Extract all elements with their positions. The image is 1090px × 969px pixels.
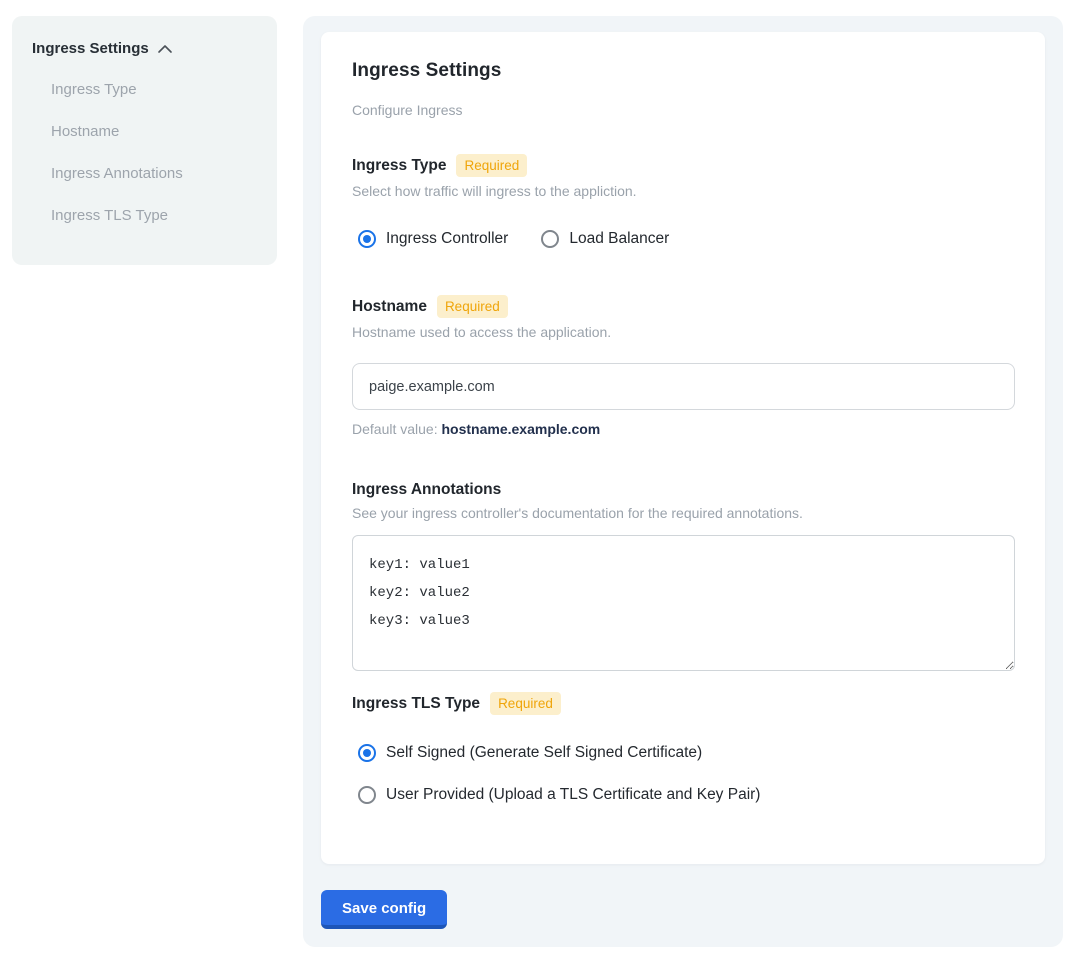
ingress-type-radio-group: Ingress Controller Load Balancer [358, 229, 1014, 249]
hostname-input[interactable] [352, 363, 1015, 410]
sidebar-item-list: Ingress Type Hostname Ingress Annotation… [32, 69, 257, 237]
settings-sidebar: Ingress Settings Ingress Type Hostname I… [12, 16, 277, 265]
required-badge: Required [437, 295, 508, 318]
ingress-tls-radio-group: Self Signed (Generate Self Signed Certif… [358, 743, 1014, 805]
radio-unselected-icon[interactable] [358, 786, 376, 804]
sidebar-item-ingress-type[interactable]: Ingress Type [32, 69, 257, 111]
ingress-annotations-textarea[interactable]: key1: value1 key2: value2 key3: value3 [352, 535, 1015, 671]
required-badge: Required [490, 692, 561, 715]
radio-label: Self Signed (Generate Self Signed Certif… [386, 743, 702, 763]
radio-label: Ingress Controller [386, 229, 508, 249]
default-value-prefix: Default value: [352, 421, 442, 437]
hostname-default-helper: Default value: hostname.example.com [352, 421, 1014, 437]
sidebar-item-hostname[interactable]: Hostname [32, 111, 257, 153]
section-ingress-type: Ingress Type Required Select how traffic… [352, 154, 1014, 249]
ingress-type-label: Ingress Type [352, 157, 446, 175]
radio-selected-icon[interactable] [358, 230, 376, 248]
radio-self-signed[interactable]: Self Signed (Generate Self Signed Certif… [358, 743, 1014, 763]
sidebar-item-ingress-annotations[interactable]: Ingress Annotations [32, 153, 257, 195]
radio-selected-icon[interactable] [358, 744, 376, 762]
required-badge: Required [456, 154, 527, 177]
hostname-label: Hostname [352, 298, 427, 316]
radio-label: Load Balancer [569, 229, 669, 249]
ingress-settings-panel: Ingress Settings Configure Ingress Ingre… [303, 16, 1063, 947]
radio-label: User Provided (Upload a TLS Certificate … [386, 785, 760, 805]
default-value-text: hostname.example.com [442, 421, 601, 437]
radio-load-balancer[interactable]: Load Balancer [541, 229, 669, 249]
page-subtitle: Configure Ingress [352, 102, 1014, 118]
page-title: Ingress Settings [352, 60, 1014, 82]
ingress-annotations-description: See your ingress controller's documentat… [352, 505, 1014, 521]
ingress-settings-card: Ingress Settings Configure Ingress Ingre… [321, 32, 1045, 864]
sidebar-section-title: Ingress Settings [32, 40, 149, 57]
ingress-tls-type-label: Ingress TLS Type [352, 695, 480, 713]
section-ingress-tls-type: Ingress TLS Type Required Self Signed (G… [352, 692, 1014, 805]
section-hostname: Hostname Required Hostname used to acces… [352, 295, 1014, 437]
ingress-annotations-label: Ingress Annotations [352, 481, 501, 499]
radio-ingress-controller[interactable]: Ingress Controller [358, 229, 508, 249]
hostname-description: Hostname used to access the application. [352, 324, 1014, 340]
sidebar-item-ingress-tls-type[interactable]: Ingress TLS Type [32, 195, 257, 237]
radio-unselected-icon[interactable] [541, 230, 559, 248]
sidebar-section-toggle[interactable]: Ingress Settings [32, 40, 257, 57]
ingress-type-description: Select how traffic will ingress to the a… [352, 183, 1014, 199]
section-ingress-annotations: Ingress Annotations See your ingress con… [352, 481, 1014, 671]
save-config-button[interactable]: Save config [321, 890, 447, 929]
radio-user-provided[interactable]: User Provided (Upload a TLS Certificate … [358, 785, 1014, 805]
chevron-up-icon[interactable] [157, 44, 173, 54]
